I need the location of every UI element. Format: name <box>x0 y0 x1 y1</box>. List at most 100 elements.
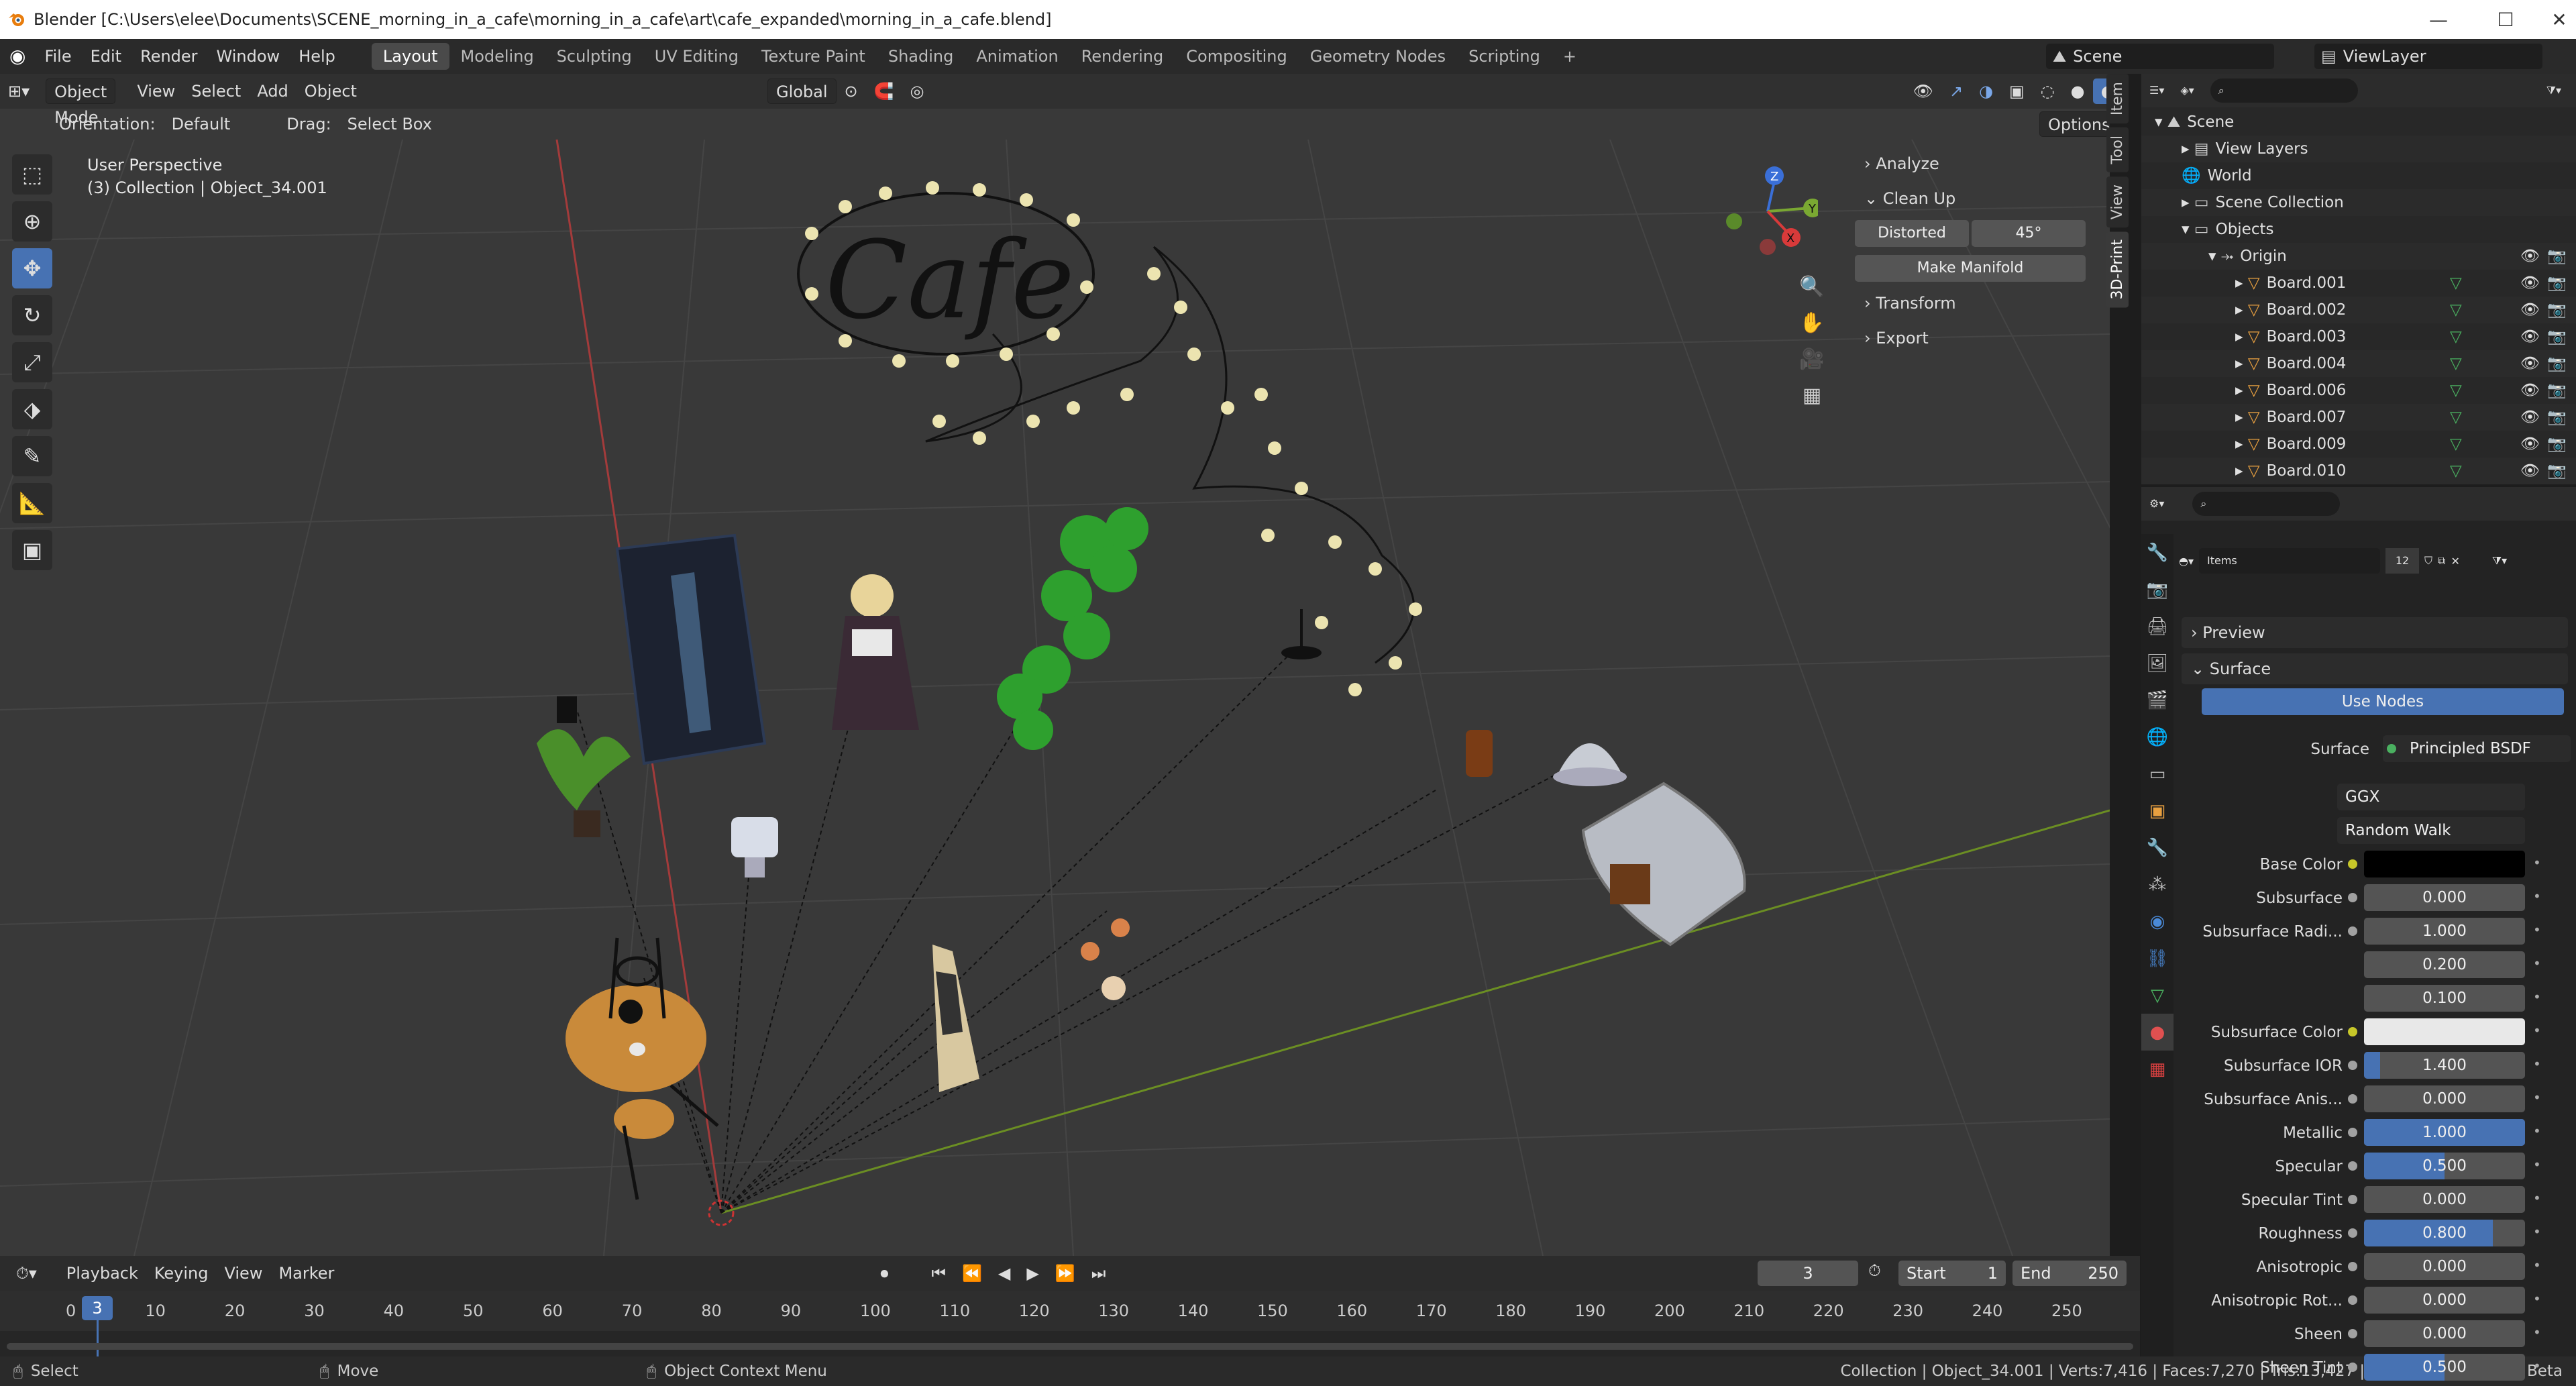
orientation-dropdown[interactable]: Default <box>164 111 239 137</box>
tab-scripting[interactable]: Scripting <box>1457 43 1552 70</box>
viewport-menu-select[interactable]: Select <box>183 78 249 104</box>
menu-edit[interactable]: Edit <box>81 39 131 74</box>
expand-arrow-icon[interactable]: ▾ <box>2208 248 2221 265</box>
output-tab-icon[interactable]: 🖨 <box>2141 608 2174 645</box>
keyframe-dot-icon[interactable]: • <box>2533 922 2541 938</box>
playback-menu[interactable]: Playback <box>58 1261 146 1286</box>
duplicate-material-icon[interactable]: ⧉ <box>2438 554 2445 568</box>
keyframe-dot-icon[interactable]: • <box>2533 1022 2541 1038</box>
mesh-data-icon[interactable]: ▽ <box>2450 270 2462 297</box>
viewport-menu-view[interactable]: View <box>129 78 183 104</box>
mesh-data-icon[interactable]: ▽ <box>2450 458 2462 484</box>
number-slider-field[interactable]: 0.000 <box>2364 1186 2525 1213</box>
mesh-data-icon[interactable]: ▽ <box>2450 323 2462 350</box>
number-slider-field[interactable]: 0.500 <box>2364 1354 2525 1381</box>
keyframe-dot-icon[interactable]: • <box>2533 955 2541 971</box>
timeline-editor[interactable]: ⏱▾ Playback Keying View Marker ⏺ ⏮ ⏪ ◀ ▶… <box>0 1256 2140 1367</box>
keyframe-dot-icon[interactable]: • <box>2533 1157 2541 1173</box>
outliner-row[interactable]: ▾ ⛰ Scene <box>2141 109 2576 136</box>
xray-toggle-icon[interactable]: ▣ <box>2001 78 2033 104</box>
material-users-count[interactable]: 12 <box>2385 548 2419 574</box>
object-tab-icon[interactable]: ▣ <box>2141 792 2174 829</box>
outliner-row[interactable]: ▸ ▽ Board.006 👁 📷 ▽ <box>2141 377 2576 404</box>
mesh-data-icon[interactable]: ▽ <box>2450 404 2462 431</box>
navigation-gizmo[interactable]: Z Y X <box>1717 161 1818 262</box>
input-socket-icon[interactable] <box>2348 926 2357 936</box>
drag-dropdown[interactable]: Select Box <box>339 111 440 137</box>
number-slider-field[interactable]: 0.800 <box>2364 1220 2525 1246</box>
outliner-row[interactable]: ▸ ▤ View Layers <box>2141 136 2576 162</box>
render-tab-icon[interactable]: 📷 <box>2141 571 2174 608</box>
mesh-data-icon[interactable]: ▽ <box>2450 297 2462 323</box>
overlays-toggle-icon[interactable]: ◑ <box>1971 78 2001 104</box>
render-visibility-icon[interactable]: 📷 <box>2547 350 2567 377</box>
render-visibility-icon[interactable]: 📷 <box>2547 323 2567 350</box>
tab-compositing[interactable]: Compositing <box>1175 43 1298 70</box>
rotate-tool-icon[interactable]: ↻ <box>12 295 52 335</box>
keyframe-dot-icon[interactable]: • <box>2533 888 2541 904</box>
play-icon[interactable]: ▶ <box>1018 1261 1046 1286</box>
expand-arrow-icon[interactable]: ▾ <box>2182 221 2194 238</box>
visibility-eye-icon[interactable]: 👁 <box>2520 350 2540 377</box>
tab-view[interactable]: View <box>2106 176 2129 228</box>
overlay-visibility-icon[interactable]: 👁 <box>1904 78 1941 104</box>
render-visibility-icon[interactable]: 📷 <box>2547 377 2567 404</box>
filter-icon[interactable]: ⧩▾ <box>2538 78 2569 103</box>
outliner-editor[interactable]: ☰▾ ◈▾ ⌕ ⧩▾ ▾ ⛰ Scene ▸ ▤ View Layers 🌐 World… <box>2141 74 2576 484</box>
surface-panel-header[interactable]: ⌄ Surface <box>2182 653 2568 684</box>
input-socket-icon[interactable] <box>2348 893 2357 902</box>
tab-texture-paint[interactable]: Texture Paint <box>750 43 877 70</box>
auto-keying-icon[interactable]: ⏺ <box>872 1261 896 1286</box>
proportional-edit-icon[interactable]: ◎ <box>902 78 932 104</box>
tab-geometry-nodes[interactable]: Geometry Nodes <box>1299 43 1457 70</box>
pan-hand-icon[interactable]: ✋ <box>1794 305 1830 341</box>
tab-item[interactable]: Item <box>2106 74 2129 124</box>
outliner-row[interactable]: ▸ ▽ Board.009 👁 📷 ▽ <box>2141 431 2576 458</box>
number-slider-field[interactable]: 1.000 <box>2364 918 2525 945</box>
select-box-tool-icon[interactable]: ⬚ <box>12 154 52 195</box>
tab-sculpting[interactable]: Sculpting <box>545 43 643 70</box>
outliner-row[interactable]: ▸ ▽ Board.003 👁 📷 ▽ <box>2141 323 2576 350</box>
number-slider-field[interactable]: 0.000 <box>2364 1320 2525 1347</box>
scene-selector[interactable]: ⛰ Scene <box>2046 44 2274 69</box>
visibility-eye-icon[interactable]: 👁 <box>2520 270 2540 297</box>
render-visibility-icon[interactable]: 📷 <box>2547 431 2567 458</box>
number-slider-field[interactable]: 1.400 <box>2364 1052 2525 1079</box>
material-name-field[interactable]: Items <box>2199 548 2380 574</box>
panel-analyze[interactable]: › Analyze <box>1855 146 2096 181</box>
input-socket-icon[interactable] <box>2348 1027 2357 1036</box>
end-frame-field[interactable]: End 250 <box>2012 1261 2127 1286</box>
options-dropdown[interactable]: Options <box>2039 111 2110 137</box>
outliner-row[interactable]: ▾ ⤞ Origin 👁 📷 <box>2141 243 2576 270</box>
view-layer-selector[interactable]: ▤ ViewLayer <box>2314 44 2542 69</box>
keyframe-dot-icon[interactable]: • <box>2533 989 2541 1005</box>
number-slider-field[interactable]: 0.100 <box>2364 985 2525 1012</box>
camera-view-icon[interactable]: 🎥 <box>1794 341 1830 377</box>
zoom-icon[interactable]: 🔍 <box>1794 268 1830 305</box>
outliner-row[interactable]: ▸ ▽ Board.004 👁 📷 ▽ <box>2141 350 2576 377</box>
outliner-row[interactable]: 🌐 World <box>2141 162 2576 189</box>
marker-menu[interactable]: Marker <box>270 1261 342 1286</box>
expand-arrow-icon[interactable]: ▸ <box>2182 140 2194 158</box>
expand-arrow-icon[interactable]: ▸ <box>2235 435 2248 453</box>
editor-type-icon[interactable]: ⊞▾ <box>0 78 38 104</box>
tab-uv-editing[interactable]: UV Editing <box>643 43 750 70</box>
display-mode-icon[interactable]: ◈▾ <box>2172 78 2202 103</box>
render-visibility-icon[interactable]: 📷 <box>2547 297 2567 323</box>
tab-rendering[interactable]: Rendering <box>1070 43 1175 70</box>
render-visibility-icon[interactable]: 📷 <box>2547 458 2567 484</box>
jump-start-icon[interactable]: ⏮ <box>923 1261 954 1286</box>
outliner-search-input[interactable]: ⌕ <box>2210 78 2358 103</box>
panel-export[interactable]: › Export <box>1855 321 2096 356</box>
expand-arrow-icon[interactable]: ▸ <box>2235 355 2248 372</box>
distribution-dropdown[interactable]: GGX <box>2337 784 2525 810</box>
tab-modeling[interactable]: Modeling <box>449 43 545 70</box>
3d-viewport[interactable]: ⊞▾ Object Mode View Select Add Object Gl… <box>0 74 2110 1256</box>
start-frame-field[interactable]: Start 1 <box>1898 1261 2006 1286</box>
snap-icon[interactable]: 🧲 <box>866 78 902 104</box>
keying-menu[interactable]: Keying <box>146 1261 217 1286</box>
outliner-editor-type-icon[interactable]: ☰▾ <box>2141 78 2172 103</box>
collection-tab-icon[interactable]: ▭ <box>2141 755 2174 792</box>
timeline-scrollbar[interactable] <box>7 1343 2133 1350</box>
panel-clean-up[interactable]: ⌄ Clean Up <box>1855 181 2096 216</box>
